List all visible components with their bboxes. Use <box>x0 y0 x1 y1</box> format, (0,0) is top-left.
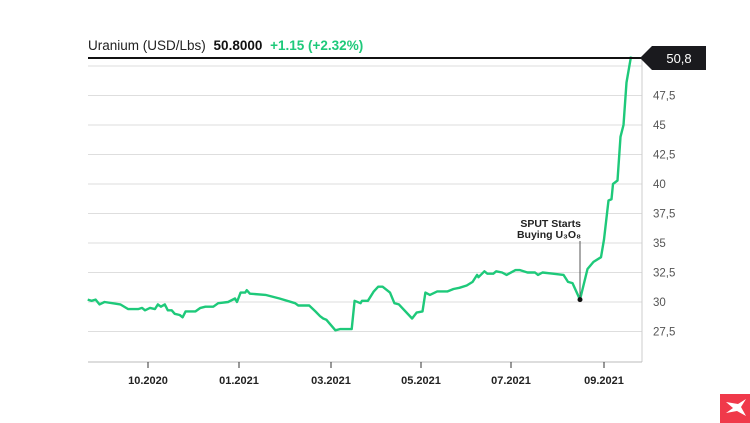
annotation-sput: SPUT Starts Buying U₃O₈ <box>517 218 583 303</box>
last-price: 50.8000 <box>214 38 263 53</box>
y-tick-label: 27,5 <box>653 327 675 339</box>
x-tick-label: 10.2020 <box>128 375 168 387</box>
y-tick-label: 40 <box>653 179 666 191</box>
y-tick-label: 42,5 <box>653 150 675 162</box>
x-axis-ticks: 10.2020 01.2021 03.2021 05.2021 07.2021 09.20… <box>128 362 624 387</box>
grid-lines <box>88 65 642 332</box>
uranium-price-chart: 27,53032,53537,54042,54547,550 10.202001… <box>87 38 750 423</box>
y-tick-label: 45 <box>653 120 666 132</box>
brand-logo <box>720 394 750 423</box>
price-change: +1.15 (+2.32%) <box>270 38 363 53</box>
price-series-line <box>87 56 633 332</box>
current-price-tag: 50,8 <box>640 46 706 70</box>
y-axis-ticks: 27,53032,53537,54042,54547,550 <box>653 61 675 339</box>
chart-header: Uranium (USD/Lbs) 50.8000 +1.15 (+2.32%) <box>88 38 363 53</box>
annotation-point <box>577 297 583 303</box>
x-tick-label: 07.2021 <box>491 375 531 387</box>
x-tick-label: 09.2021 <box>584 375 624 387</box>
x-tick-label: 03.2021 <box>311 375 351 387</box>
y-tick-label: 30 <box>653 297 666 309</box>
x-tick-label: 05.2021 <box>401 375 441 387</box>
y-tick-label: 32,5 <box>653 268 675 280</box>
chart-title: Uranium (USD/Lbs) <box>88 38 206 53</box>
current-price-label: 50,8 <box>666 51 691 66</box>
x-tick-label: 01.2021 <box>219 375 259 387</box>
y-tick-label: 37,5 <box>653 209 675 221</box>
y-tick-label: 35 <box>653 238 666 250</box>
y-tick-label: 47,5 <box>653 91 675 103</box>
annotation-text-line-2: Buying U₃O₈ <box>517 229 581 241</box>
